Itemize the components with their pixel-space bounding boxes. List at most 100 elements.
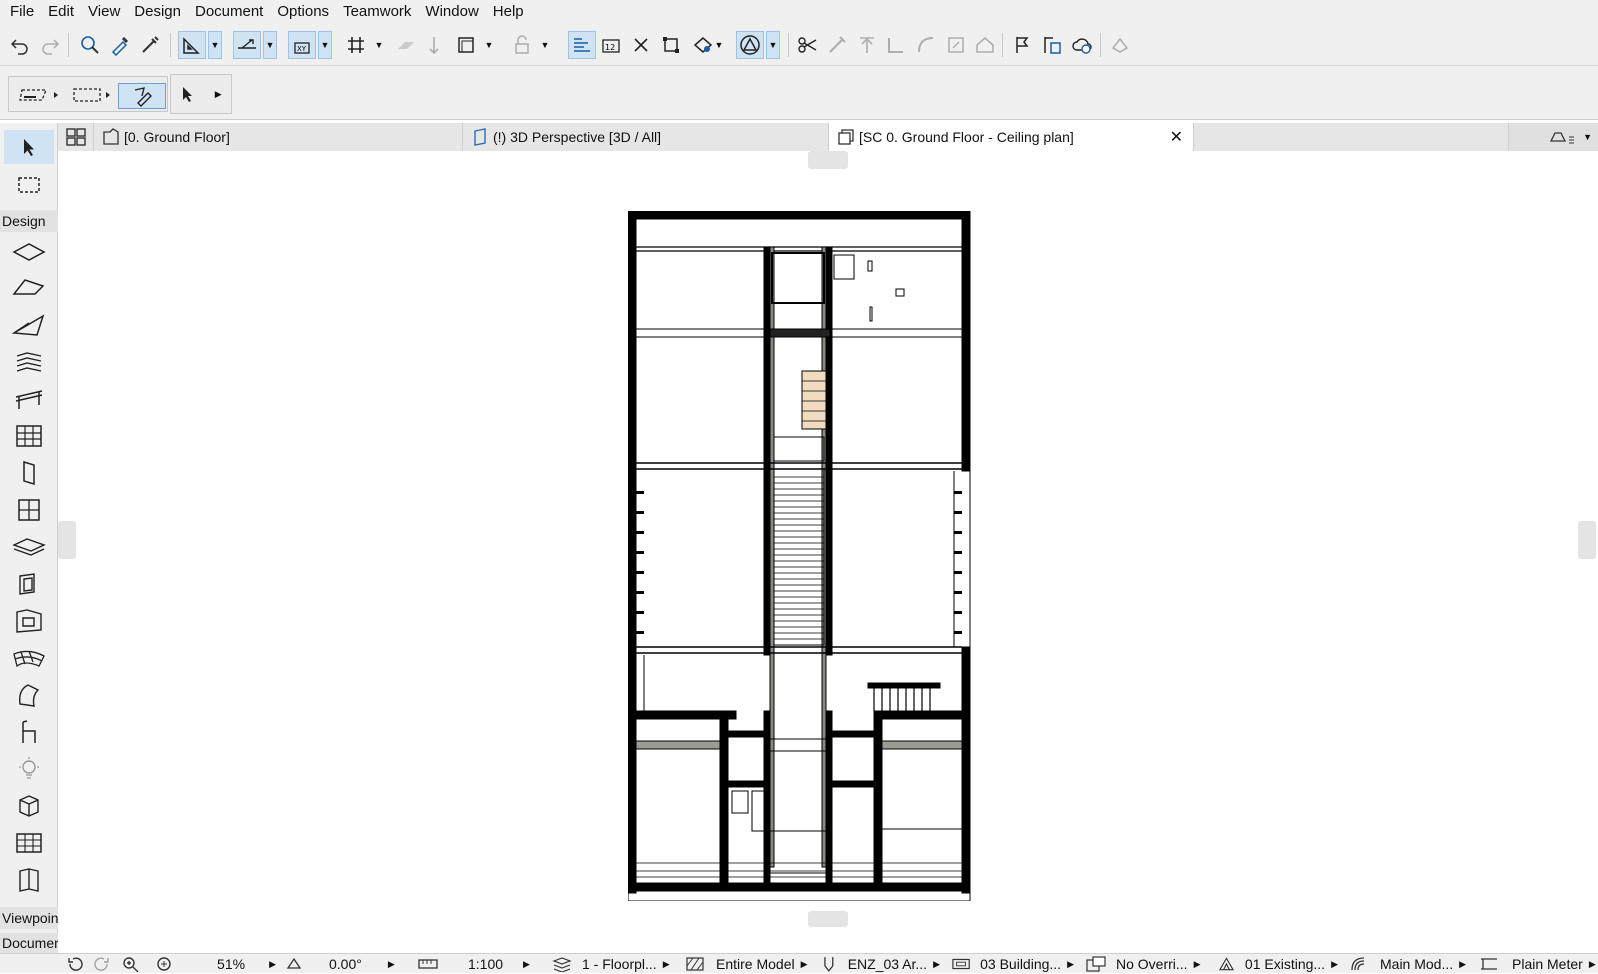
object-tool-icon[interactable] (4, 604, 54, 638)
layer-combination[interactable]: 1 - Floorpl... ▶ (552, 954, 676, 974)
trace-icon[interactable] (568, 31, 596, 59)
rectangle-select-icon[interactable] (68, 83, 114, 107)
curtain-wall-tool-icon[interactable] (4, 419, 54, 453)
design-header[interactable]: Design (0, 210, 58, 232)
zoom-level[interactable]: 51% ▶ (190, 954, 276, 974)
window-tool-icon[interactable] (4, 493, 54, 527)
tab-ground-floor[interactable]: [0. Ground Floor] (94, 123, 463, 151)
right-pane-handle[interactable] (1578, 521, 1596, 559)
syringe-icon[interactable] (136, 31, 164, 59)
tab-overview-icon[interactable] (58, 123, 94, 151)
scale-selector[interactable]: 1:100 ▶ (418, 954, 540, 974)
drawing-canvas[interactable] (58, 151, 1598, 953)
scissors-icon[interactable] (794, 31, 822, 59)
zone-tool-icon[interactable] (4, 826, 54, 860)
menu-teamwork[interactable]: Teamwork (336, 0, 418, 24)
beam-tool-icon[interactable] (4, 271, 54, 305)
door-tool-icon[interactable] (4, 456, 54, 490)
redo-view-icon[interactable] (88, 954, 116, 974)
coordinates-dropdown[interactable]: ▼ (318, 31, 332, 59)
dimension-icon[interactable]: 12 (597, 31, 625, 59)
model-filter[interactable]: Entire Model ▶ (686, 954, 814, 974)
fit-zoom-icon[interactable] (150, 954, 180, 974)
document-header[interactable]: Document (0, 933, 58, 953)
tab-options[interactable]: ▼ (1508, 123, 1598, 151)
lock-dropdown[interactable]: ▼ (538, 31, 552, 59)
cross-icon[interactable] (627, 31, 655, 59)
viewpoints-header[interactable]: Viewpoints (0, 907, 58, 929)
structure-display[interactable]: 03 Building... ▶ (952, 954, 1074, 974)
top-pane-handle[interactable] (808, 151, 848, 169)
renovation-dropdown[interactable]: ▼ (712, 31, 726, 59)
arrow-tool-icon[interactable] (4, 130, 54, 164)
morph-tool-icon[interactable] (4, 789, 54, 823)
flag-icon[interactable] (1008, 31, 1036, 59)
renovation-filter[interactable]: 01 Existing... ▶ (1218, 954, 1338, 974)
menu-file[interactable]: File (3, 0, 41, 24)
slab-tool-icon[interactable] (4, 530, 54, 564)
redo-icon[interactable] (36, 31, 64, 59)
dimension-units[interactable]: Plain Meter ▶ (1480, 954, 1598, 974)
gravity-icon[interactable] (420, 31, 448, 59)
guide-lines-dropdown[interactable]: ▼ (208, 31, 222, 59)
skylight-tool-icon[interactable] (4, 863, 54, 897)
eyedropper-icon[interactable] (106, 31, 134, 59)
menu-options[interactable]: Options (270, 0, 336, 24)
triangle-icon[interactable] (736, 31, 764, 59)
bimcloud-icon[interactable] (1106, 31, 1134, 59)
roof-tool-icon[interactable] (4, 308, 54, 342)
magic-select-icon[interactable] (118, 83, 166, 109)
bottom-pane-handle[interactable] (808, 911, 848, 927)
undo-view-icon[interactable] (60, 954, 90, 974)
corner-icon[interactable] (882, 31, 910, 59)
triangle-dropdown[interactable]: ▼ (766, 31, 780, 59)
menu-view[interactable]: View (81, 0, 127, 24)
lock-icon[interactable] (508, 31, 536, 59)
elevate-icon[interactable] (853, 31, 881, 59)
resize-icon[interactable] (942, 31, 970, 59)
shell-tool-icon[interactable] (4, 678, 54, 712)
tab-3d-perspective[interactable]: (!) 3D Perspective [3D / All] (463, 123, 829, 151)
snap-guides-icon[interactable] (233, 31, 261, 59)
menu-design[interactable]: Design (127, 0, 188, 24)
menu-window[interactable]: Window (418, 0, 485, 24)
fit-window-icon[interactable] (657, 31, 685, 59)
model-view-options[interactable]: Main Mod... ▶ (1350, 954, 1468, 974)
roof-icon[interactable] (971, 31, 999, 59)
left-pane-handle[interactable] (58, 521, 76, 559)
rotation-angle[interactable]: 0.00° ▶ (285, 954, 405, 974)
grid-snap-icon[interactable] (342, 31, 370, 59)
find-select-icon[interactable] (76, 31, 104, 59)
wall-tool-icon[interactable] (4, 234, 54, 268)
railing-tool-icon[interactable] (4, 382, 54, 416)
pen-set[interactable]: ENZ_03 Ar... ▶ (822, 954, 940, 974)
lamp-tool-icon[interactable] (4, 752, 54, 786)
surface-icon[interactable] (392, 31, 420, 59)
arrow-mode-button[interactable]: ▶ (170, 74, 232, 114)
stair-tool-icon[interactable] (4, 345, 54, 379)
close-tab-icon[interactable]: ✕ (1170, 127, 1183, 147)
zoom-in-icon[interactable] (116, 954, 146, 974)
snap-guides-dropdown[interactable]: ▼ (263, 31, 277, 59)
guide-lines-icon[interactable] (178, 31, 206, 59)
menu-edit[interactable]: Edit (41, 0, 81, 24)
undo-icon[interactable] (6, 31, 34, 59)
cloud-icon[interactable] (1068, 31, 1096, 59)
column-tool-icon[interactable] (4, 567, 54, 601)
view-cube-icon[interactable] (452, 31, 480, 59)
tab-ceiling-plan[interactable]: [SC 0. Ground Floor - Ceiling plan] ✕ (829, 123, 1194, 151)
mesh-tool-icon[interactable] (4, 641, 54, 675)
graphic-override[interactable]: No Overri... ▶ (1086, 954, 1204, 974)
menu-help[interactable]: Help (486, 0, 531, 24)
coordinates-icon[interactable]: XY (288, 31, 316, 59)
polygon-select-icon[interactable] (16, 83, 60, 107)
menu-document[interactable]: Document (188, 0, 270, 24)
marquee-tool-icon[interactable] (4, 168, 54, 202)
fillet-icon[interactable] (912, 31, 940, 59)
model-view-icon (1351, 957, 1365, 971)
view-cube-dropdown[interactable]: ▼ (482, 31, 496, 59)
publish-icon[interactable] (1038, 31, 1066, 59)
grid-snap-dropdown[interactable]: ▼ (372, 31, 386, 59)
chair-tool-icon[interactable] (4, 715, 54, 749)
wand-icon[interactable] (823, 31, 851, 59)
